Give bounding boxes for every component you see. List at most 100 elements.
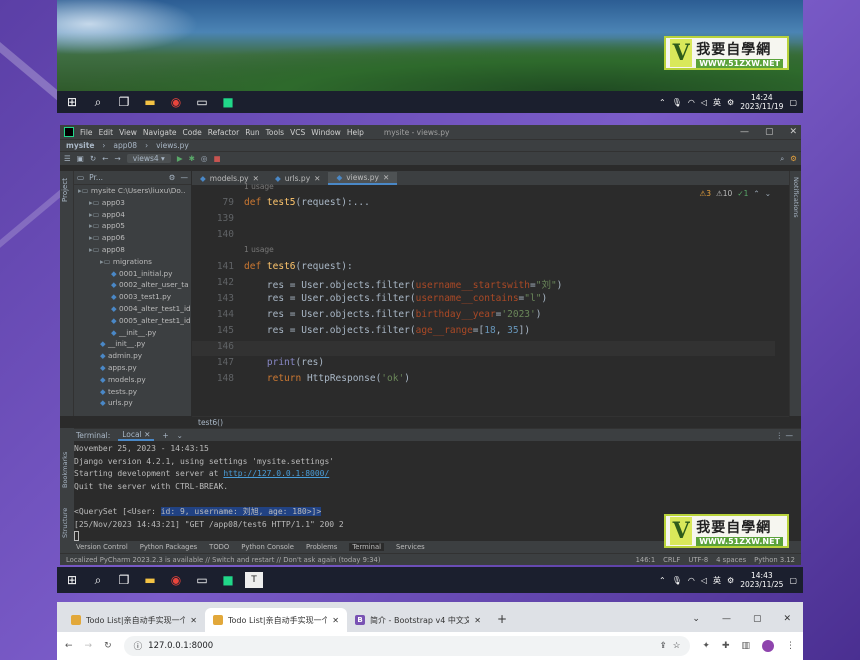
code-line[interactable]: print(res) [244,357,324,368]
extension-icon[interactable]: ✦ [702,641,710,651]
close-tab-icon[interactable]: ✕ [332,616,339,625]
back-icon[interactable]: ← [65,641,73,651]
info-icon[interactable]: ⓘ [134,640,143,652]
network-icon[interactable]: ◠ [688,98,695,107]
minimize-icon[interactable]: — [740,127,749,137]
lang-icon[interactable]: ⚙ [727,98,734,107]
microphone-icon[interactable]: 🎙 [672,98,682,107]
debug-icon[interactable]: ✱ [189,154,195,163]
tree-folder[interactable]: ▸▭ app06 [74,232,191,244]
menu-refactor[interactable]: Refactor [208,128,239,137]
editor-tab[interactable]: ◆ urls.py ✕ [267,172,329,185]
chrome-icon[interactable]: ◉ [167,94,185,110]
path-file[interactable]: views.py [156,141,189,150]
browser-tab[interactable]: B简介 - Bootstrap v4 中文文档 v✕ [347,608,489,632]
file-explorer-icon[interactable]: ▬ [141,94,159,110]
code-line[interactable]: res = User.objects.filter(username__star… [244,277,563,291]
notification-icon[interactable]: ▢ [789,576,797,585]
editor[interactable]: ◆ models.py ✕ ◆ urls.py ✕ ◆ views.py ✕ ⚠3 ⚠10 ✓1… [192,171,789,416]
options-icon[interactable]: ⋮ — [776,431,793,440]
avatar[interactable] [762,640,774,652]
status-item[interactable]: 4 spaces [716,556,746,564]
tree-file[interactable]: ◆ models.py [74,374,191,386]
forward-icon[interactable]: → [114,154,120,163]
save-icon[interactable]: ▣ [77,154,84,163]
clock[interactable]: 14:24 2023/11/19 [740,93,783,111]
tree-file[interactable]: ◆ __init__.py [74,327,191,339]
close-tab-icon[interactable]: ✕ [314,174,320,183]
browser-tab[interactable]: Todo List|亲自动手实现一个吧 ✕ [205,608,347,632]
notification-icon[interactable]: ▢ [789,98,797,107]
close-icon[interactable]: ✕ [783,614,791,624]
code-line[interactable]: def test5(request):... [244,197,370,208]
volume-icon[interactable]: ◁ [701,98,707,107]
code-line[interactable]: res = User.objects.filter(birthday__year… [244,309,542,320]
tree-file[interactable]: ◆ 0004_alter_test1_id [74,303,191,315]
tree-folder[interactable]: ▸▭ mysite C:\Users\liuxu\Do.. [74,185,191,197]
menu-help[interactable]: Help [347,128,364,137]
code-line[interactable]: res = User.objects.filter(age__range=[18… [244,325,530,336]
forward-icon[interactable]: → [85,641,93,651]
usage-hint[interactable]: 1 usage [244,245,274,254]
menu-window[interactable]: Window [311,128,341,137]
task-view-icon[interactable]: ❐ [115,572,133,588]
bookmarks-tool-button[interactable]: Bookmarks [61,452,69,488]
status-item[interactable]: CRLF [663,556,680,564]
status-item[interactable]: UTF-8 [688,556,708,564]
tab-search-icon[interactable]: ⌄ [692,614,700,624]
run-icon[interactable]: ▶ [177,154,183,163]
network-icon[interactable]: ◠ [688,576,695,585]
task-view-icon[interactable]: ❐ [115,94,133,110]
windows-start-icon[interactable]: ⊞ [63,94,81,110]
tree-folder[interactable]: ▸▭ app08 [74,244,191,256]
tree-folder[interactable]: ▸▭ app03 [74,197,191,209]
terminal-icon[interactable]: ▭ [193,94,211,110]
close-icon[interactable]: ✕ [789,127,797,137]
path-folder[interactable]: app08 [113,141,137,150]
share-icon[interactable]: ⇪ [660,641,667,651]
tree-file[interactable]: ◆ 0002_alter_user_ta [74,279,191,291]
tree-folder[interactable]: ▸▭ app05 [74,220,191,232]
menu-run[interactable]: Run [245,128,259,137]
status-item[interactable]: 146:1 [636,556,656,564]
project-tool-button[interactable]: Project [61,178,69,202]
menu-code[interactable]: Code [183,128,202,137]
pycharm-icon[interactable]: ■ [219,94,237,110]
tree-file[interactable]: ◆ tests.py [74,386,191,398]
close-tab-icon[interactable]: ✕ [383,173,389,182]
tree-file[interactable]: ◆ admin.py [74,350,191,362]
minimize-icon[interactable]: — [722,614,731,624]
stop-icon[interactable]: ■ [213,154,220,163]
tree-file[interactable]: ◆ urls.py [74,397,191,409]
tree-folder[interactable]: ▸▭ migrations [74,256,191,268]
terminal-icon[interactable]: ▭ [193,572,211,588]
reload-icon[interactable]: ↻ [104,641,112,651]
new-tab-button[interactable]: + [489,612,515,632]
chevron-down-icon[interactable]: ⌄ [177,431,183,440]
search-icon[interactable]: ⌕ [89,94,107,110]
tool-tab-problems[interactable]: Problems [306,543,337,551]
ime-indicator[interactable]: 英 [713,97,721,108]
file-explorer-icon[interactable]: ▬ [141,572,159,588]
minus-icon[interactable]: — [181,173,189,182]
menu-icon[interactable]: ⋮ [786,641,795,651]
editor-tab[interactable]: ◆ views.py ✕ [328,172,398,185]
ime-indicator[interactable]: 英 [713,575,721,586]
pycharm-icon[interactable]: ■ [219,572,237,588]
tree-file[interactable]: ◆ 0005_alter_test1_id [74,315,191,327]
code-breadcrumb[interactable]: test6() [192,416,789,428]
menu-file[interactable]: File [80,128,93,137]
tool-tab-services[interactable]: Services [396,543,425,551]
lang-icon[interactable]: ⚙ [727,576,734,585]
server-link[interactable]: http://127.0.0.1:8000/ [223,469,329,478]
chrome-icon[interactable]: ◉ [167,572,185,588]
settings-icon[interactable]: ⚙ [790,154,797,163]
gear-icon[interactable]: ⚙ [169,173,176,182]
search-icon[interactable]: ⌕ [780,154,784,164]
close-tab-icon[interactable]: ✕ [474,616,481,625]
status-item[interactable]: Python 3.12 [754,556,795,564]
puzzle-icon[interactable]: ✚ [722,641,730,651]
tool-tab-python-packages[interactable]: Python Packages [140,543,197,551]
clock[interactable]: 14:43 2023/11/25 [740,571,783,589]
microphone-icon[interactable]: 🎙 [672,576,682,585]
